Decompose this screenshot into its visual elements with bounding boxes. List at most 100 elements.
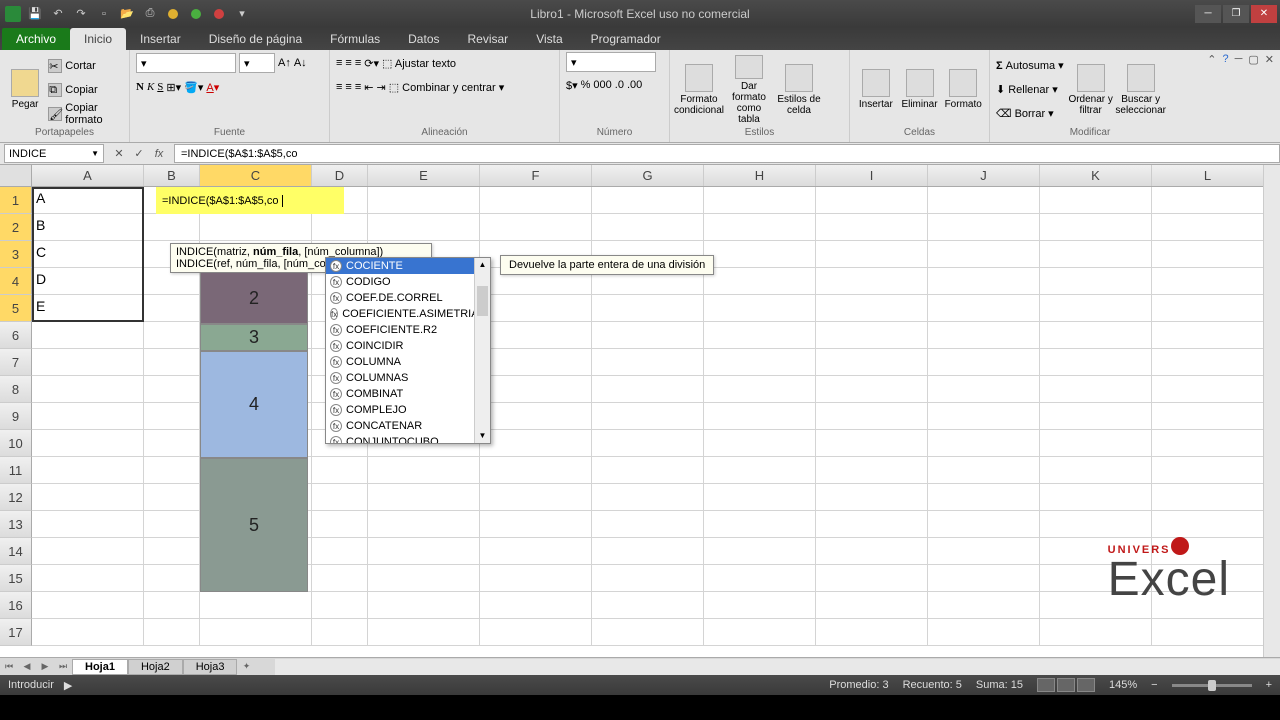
row-header-12[interactable]: 12: [0, 484, 32, 511]
comma-icon[interactable]: 000: [593, 79, 611, 91]
select-all-corner[interactable]: [0, 165, 32, 186]
ribbon-win-close[interactable]: ✕: [1265, 53, 1274, 66]
grow-font-icon[interactable]: A↑: [278, 57, 291, 69]
currency-icon[interactable]: $▾: [566, 79, 578, 92]
autocomplete-item[interactable]: fxCOEFICIENTE.ASIMETRIA: [326, 306, 476, 322]
row-header-2[interactable]: 2: [0, 214, 32, 241]
sheet-tab-2[interactable]: Hoja2: [128, 659, 183, 675]
row-header-7[interactable]: 7: [0, 349, 32, 376]
col-header-D[interactable]: D: [312, 165, 368, 186]
row-header-17[interactable]: 17: [0, 619, 32, 646]
ribbon-win-max[interactable]: ▢: [1248, 53, 1258, 66]
qat-dot2[interactable]: [187, 5, 205, 23]
autocomplete-item[interactable]: fxCOEF.DE.CORREL: [326, 290, 476, 306]
qat-open[interactable]: 📂: [118, 5, 136, 23]
sheet-nav-next[interactable]: ▶: [36, 661, 54, 672]
fx-icon[interactable]: fx: [150, 145, 168, 163]
col-header-A[interactable]: A: [32, 165, 144, 186]
tab-dev[interactable]: Programador: [577, 28, 675, 50]
cut-button[interactable]: ✂Cortar: [48, 55, 123, 77]
col-header-L[interactable]: L: [1152, 165, 1264, 186]
fill-button[interactable]: ⬇ Rellenar ▾: [996, 79, 1064, 101]
autocomplete-item[interactable]: fxCOLUMNAS: [326, 370, 476, 386]
sheet-tab-3[interactable]: Hoja3: [183, 659, 238, 675]
row-header-14[interactable]: 14: [0, 538, 32, 565]
row-header-4[interactable]: 4: [0, 268, 32, 295]
find-select-button[interactable]: Buscar y seleccionar: [1118, 55, 1164, 125]
sort-filter-button[interactable]: Ordenar y filtrar: [1068, 55, 1114, 125]
view-break-icon[interactable]: [1077, 678, 1095, 692]
inc-decimal-icon[interactable]: .0: [615, 79, 624, 91]
ribbon-win-min[interactable]: ─: [1235, 53, 1243, 66]
zoom-out-icon[interactable]: −: [1151, 679, 1157, 691]
zoom-in-icon[interactable]: +: [1266, 679, 1272, 691]
close-button[interactable]: ✕: [1251, 5, 1277, 23]
shrink-font-icon[interactable]: A↓: [294, 57, 307, 69]
align-mid-icon[interactable]: ≡: [345, 57, 351, 69]
italic-button[interactable]: K: [147, 81, 154, 93]
sheet-nav-last[interactable]: ⏭: [54, 661, 72, 672]
qat-redo[interactable]: ↷: [72, 5, 90, 23]
tab-view[interactable]: Vista: [522, 28, 576, 50]
qat-save[interactable]: 💾: [26, 5, 44, 23]
number-format-combo[interactable]: ▾: [566, 52, 656, 72]
autocomplete-item[interactable]: fxCOEFICIENTE.R2: [326, 322, 476, 338]
zoom-level[interactable]: 145%: [1109, 679, 1137, 691]
fill-color-button[interactable]: 🪣▾: [184, 81, 203, 94]
tab-insert[interactable]: Insertar: [126, 28, 195, 50]
row-header-15[interactable]: 15: [0, 565, 32, 592]
row-header-5[interactable]: 5: [0, 295, 32, 322]
bold-button[interactable]: N: [136, 81, 144, 93]
col-header-J[interactable]: J: [928, 165, 1040, 186]
tab-file[interactable]: Archivo: [2, 28, 70, 50]
dec-decimal-icon[interactable]: .00: [627, 79, 642, 91]
row-header-16[interactable]: 16: [0, 592, 32, 619]
autocomplete-item[interactable]: fxCOINCIDIR: [326, 338, 476, 354]
underline-button[interactable]: S: [157, 81, 163, 93]
merge-button[interactable]: ⬚ Combinar y centrar ▾: [389, 81, 505, 94]
autocomplete-item[interactable]: fxCOLUMNA: [326, 354, 476, 370]
autosum-button[interactable]: Σ Autosuma ▾: [996, 55, 1064, 77]
insert-cells-button[interactable]: Insertar: [856, 55, 896, 125]
delete-cells-button[interactable]: Eliminar: [900, 55, 940, 125]
horizontal-scrollbar[interactable]: [275, 659, 1280, 675]
row-header-8[interactable]: 8: [0, 376, 32, 403]
col-header-F[interactable]: F: [480, 165, 592, 186]
format-cells-button[interactable]: Formato: [943, 55, 983, 125]
col-header-E[interactable]: E: [368, 165, 480, 186]
font-color-button[interactable]: A▾: [206, 81, 219, 94]
col-header-G[interactable]: G: [592, 165, 704, 186]
ribbon-minimize-icon[interactable]: ⌃: [1207, 53, 1216, 66]
clear-button[interactable]: ⌫ Borrar ▾: [996, 103, 1064, 125]
align-top-icon[interactable]: ≡: [336, 57, 342, 69]
sheet-nav-prev[interactable]: ◀: [18, 661, 36, 672]
tab-home[interactable]: Inicio: [70, 28, 126, 50]
view-normal-icon[interactable]: [1037, 678, 1055, 692]
qat-new[interactable]: ▫: [95, 5, 113, 23]
autocomplete-item[interactable]: fxCONJUNTOCUBO: [326, 434, 476, 443]
autocomplete-item[interactable]: fxCOMPLEJO: [326, 402, 476, 418]
row-header-13[interactable]: 13: [0, 511, 32, 538]
indent-inc-icon[interactable]: ⇥: [376, 81, 385, 94]
enter-formula-icon[interactable]: ✓: [130, 145, 148, 163]
align-bot-icon[interactable]: ≡: [355, 57, 361, 69]
active-cell[interactable]: =INDICE($A$1:$A$5,co: [156, 187, 344, 214]
autocomplete-scrollbar[interactable]: ▲▼: [474, 258, 490, 443]
format-table-button[interactable]: Dar formato como tabla: [726, 55, 772, 125]
tab-formulas[interactable]: Fórmulas: [316, 28, 394, 50]
cell-grid[interactable]: EDCBA =INDICE($A$1:$A$5,co INDICE(matriz…: [32, 187, 1280, 646]
tab-layout[interactable]: Diseño de página: [195, 28, 316, 50]
row-header-10[interactable]: 10: [0, 430, 32, 457]
font-combo[interactable]: ▾: [136, 53, 236, 73]
autocomplete-item[interactable]: fxCONCATENAR: [326, 418, 476, 434]
paste-button[interactable]: Pegar: [6, 55, 44, 125]
col-header-B[interactable]: B: [144, 165, 200, 186]
ribbon-help-icon[interactable]: ?: [1222, 53, 1228, 66]
row-header-1[interactable]: 1: [0, 187, 32, 214]
name-box[interactable]: INDICE▼: [4, 144, 104, 163]
row-header-9[interactable]: 9: [0, 403, 32, 430]
autocomplete-item[interactable]: fxCOMBINAT: [326, 386, 476, 402]
col-header-H[interactable]: H: [704, 165, 816, 186]
cell-styles-button[interactable]: Estilos de celda: [776, 55, 822, 125]
vertical-scrollbar[interactable]: [1263, 165, 1280, 657]
